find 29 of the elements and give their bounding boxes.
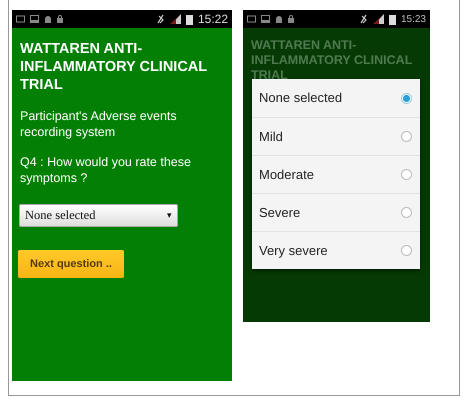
status-time: 15:23 <box>400 12 426 26</box>
battery-icon <box>388 14 396 24</box>
subtitle: Participant's Adverse events recording system <box>20 108 178 140</box>
option-item[interactable]: Moderate <box>252 155 420 193</box>
signal-icon <box>372 14 384 24</box>
notification-icon <box>247 15 256 23</box>
option-item[interactable]: Mild <box>252 117 420 155</box>
radio-button[interactable] <box>401 131 412 142</box>
option-item[interactable]: Severe <box>252 193 420 231</box>
radio-button[interactable] <box>401 245 412 256</box>
next-question-button[interactable]: Next question .. <box>18 250 124 278</box>
question-text: Q4 : How would you rate these symptoms ? <box>20 154 192 186</box>
app-title: WATTAREN ANTI-INFLAMMATORY CLINICAL TRIAL <box>20 40 208 94</box>
option-item[interactable]: Very severe <box>252 231 420 269</box>
radio-button[interactable] <box>401 92 412 104</box>
image-icon <box>261 15 270 23</box>
image-icon <box>30 15 39 23</box>
lock-icon <box>288 15 294 23</box>
battery-icon <box>186 14 193 24</box>
signal-icon <box>170 14 181 24</box>
mute-icon <box>156 14 165 24</box>
lock-icon <box>57 15 63 23</box>
mute-icon <box>358 14 368 24</box>
caret-icon: ▾ <box>167 208 172 222</box>
radio-button[interactable] <box>401 169 412 180</box>
dropdown[interactable]: None selected ▾ <box>19 204 178 227</box>
notification-icon <box>16 15 25 23</box>
status-time: 15:22 <box>198 11 228 28</box>
radio-button[interactable] <box>401 207 412 218</box>
